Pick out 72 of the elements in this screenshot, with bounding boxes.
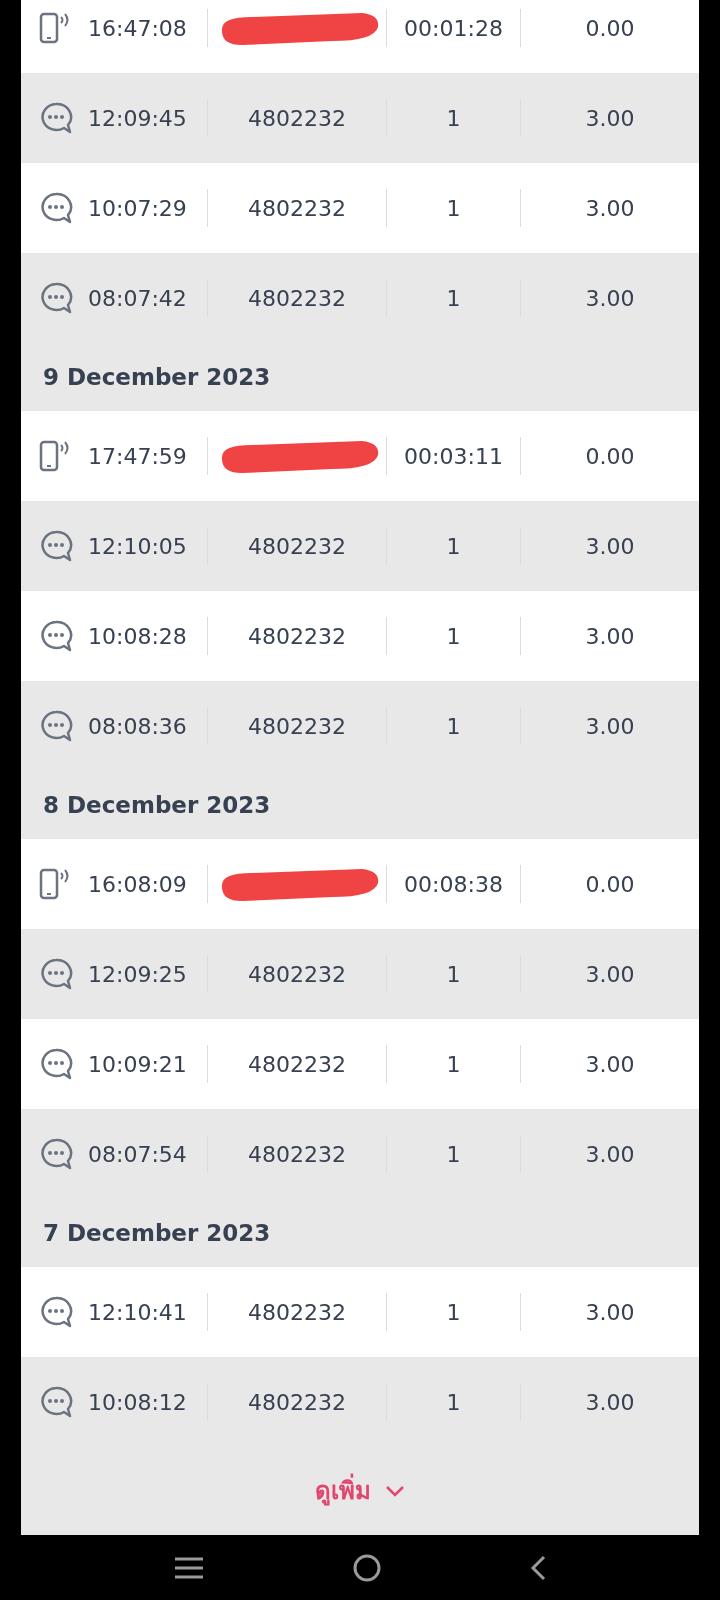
charge-text: 3.00 — [585, 1388, 635, 1417]
charge-text: 3.00 — [585, 712, 635, 741]
time-text: 17:47:59 — [88, 442, 187, 471]
number-text: 4802232 — [248, 1298, 346, 1327]
charge-text: 3.00 — [585, 284, 635, 313]
duration-text: 1 — [446, 622, 461, 651]
number-text: 4802232 — [248, 1140, 346, 1169]
duration-text: 1 — [446, 1140, 461, 1169]
duration-text: 1 — [446, 1050, 461, 1079]
chat-icon — [39, 191, 73, 225]
number-text: 4802232 — [248, 194, 346, 223]
date-heading: 7 December 2023 — [43, 1218, 271, 1248]
number-text: 4802232 — [248, 960, 346, 989]
time-text: 10:08:28 — [88, 622, 187, 651]
duration-text: 00:01:28 — [404, 14, 503, 43]
time-text: 10:08:12 — [88, 1388, 187, 1417]
charge-text: 3.00 — [585, 104, 635, 133]
time-text: 08:08:36 — [88, 712, 187, 741]
duration-text: 1 — [446, 960, 461, 989]
chat-icon — [39, 709, 73, 743]
duration-text: 00:03:11 — [404, 442, 503, 471]
number-text: 4802232 — [248, 712, 346, 741]
time-text: 10:07:29 — [88, 194, 187, 223]
charge-text: 0.00 — [585, 442, 635, 471]
charge-text: 3.00 — [585, 532, 635, 561]
duration-text: 1 — [446, 284, 461, 313]
duration-text: 1 — [446, 104, 461, 133]
charge-text: 0.00 — [585, 14, 635, 43]
time-text: 16:47:08 — [88, 14, 187, 43]
back-icon[interactable] — [529, 1554, 546, 1581]
date-heading: 8 December 2023 — [43, 790, 271, 820]
date-heading: 9 December 2023 — [43, 362, 271, 392]
charge-text: 3.00 — [585, 1298, 635, 1327]
charge-text: 0.00 — [585, 870, 635, 899]
home-icon[interactable] — [353, 1553, 381, 1582]
number-text: 4802232 — [248, 284, 346, 313]
charge-text: 3.00 — [585, 1140, 635, 1169]
number-text: 4802232 — [248, 622, 346, 651]
number-text: 4802232 — [248, 1050, 346, 1079]
chevron-down-icon — [385, 1485, 405, 1497]
charge-text: 3.00 — [585, 622, 635, 651]
chat-icon — [39, 1137, 73, 1171]
number-text: 4802232 — [248, 104, 346, 133]
chat-icon — [39, 1047, 73, 1081]
chat-icon — [39, 1295, 73, 1329]
charge-text: 3.00 — [585, 960, 635, 989]
time-text: 12:10:41 — [88, 1298, 187, 1327]
duration-text: 1 — [446, 532, 461, 561]
chat-icon — [39, 1385, 73, 1419]
chat-icon — [39, 101, 73, 135]
duration-text: 1 — [446, 194, 461, 223]
menu-icon[interactable] — [174, 1556, 205, 1579]
chat-icon — [39, 281, 73, 315]
chat-icon — [39, 529, 73, 563]
duration-text: 1 — [446, 712, 461, 741]
time-text: 16:08:09 — [88, 870, 187, 899]
number-text: 4802232 — [248, 532, 346, 561]
charge-text: 3.00 — [585, 194, 635, 223]
time-text: 08:07:42 — [88, 284, 187, 313]
time-text: 08:07:54 — [88, 1140, 187, 1169]
see-more-button[interactable]: ดูเพิ่ม — [315, 1473, 405, 1509]
duration-text: 1 — [446, 1388, 461, 1417]
duration-text: 00:08:38 — [404, 870, 503, 899]
chat-icon — [39, 619, 73, 653]
time-text: 10:09:21 — [88, 1050, 187, 1079]
charge-text: 3.00 — [585, 1050, 635, 1079]
time-text: 12:09:45 — [88, 104, 187, 133]
number-text: 4802232 — [248, 1388, 346, 1417]
time-text: 12:09:25 — [88, 960, 187, 989]
duration-text: 1 — [446, 1298, 461, 1327]
chat-icon — [39, 957, 73, 991]
time-text: 12:10:05 — [88, 532, 187, 561]
